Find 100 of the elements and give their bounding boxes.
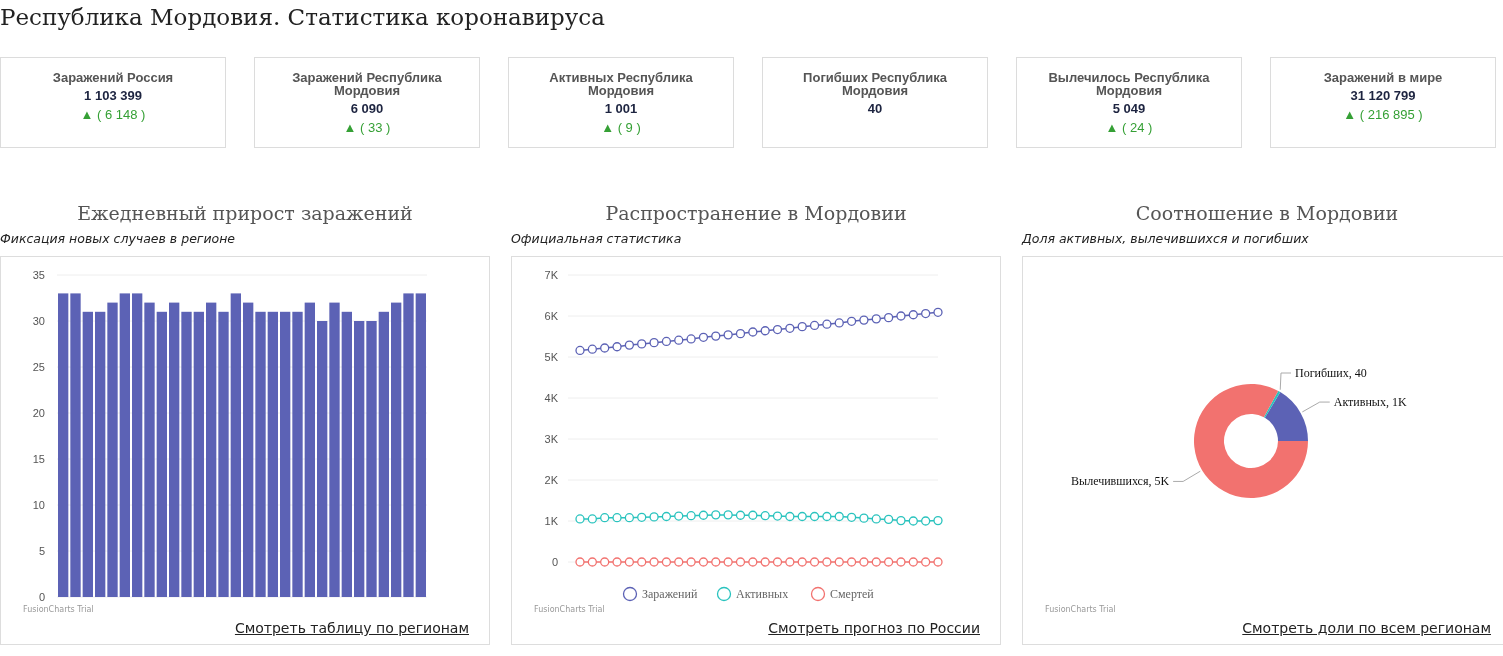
stat-delta: ▲ ( 33 ): [343, 120, 391, 135]
point: [797, 511, 807, 522]
chart-title: Распространение в Мордовии: [604, 201, 908, 225]
axis-tick-label: 30: [32, 315, 45, 327]
point: [785, 323, 795, 333]
legend-item[interactable]: Активных: [716, 586, 789, 602]
stat-delta: ▲ ( 9 ): [601, 120, 641, 135]
chart-title: Соотношение в Мордовии: [1134, 201, 1400, 225]
point: [809, 511, 820, 522]
stat-value: 31 120 799: [1350, 88, 1416, 103]
chart-subtitle: Официальная статистика: [511, 231, 683, 247]
point: [587, 344, 597, 354]
view-link[interactable]: Смотреть прогноз по России: [768, 620, 980, 636]
point: [698, 557, 709, 567]
point: [637, 512, 647, 522]
point: [933, 557, 943, 567]
point: [686, 511, 696, 521]
point: [871, 314, 881, 324]
point: [711, 510, 721, 520]
point: [822, 557, 832, 567]
data-label: Вылечившихся, 5K: [1071, 474, 1170, 489]
point: [809, 557, 820, 567]
point: [871, 514, 881, 524]
point: [797, 557, 807, 567]
axis-tick-label: 5: [38, 545, 45, 557]
axis-tick-label: 0: [38, 591, 45, 603]
axis-tick-label: 7K: [544, 269, 558, 281]
stat-value: 40: [867, 101, 883, 116]
point: [649, 338, 659, 348]
point: [661, 336, 672, 347]
point: [846, 512, 857, 522]
stat-value: 6 090: [350, 101, 384, 116]
page-title: Республика Мордовия. Статистика коронавируса: [0, 3, 606, 32]
axis-tick-label: 10: [32, 499, 45, 511]
point: [649, 512, 659, 522]
axis-tick-label: 5K: [544, 351, 558, 363]
point: [624, 557, 635, 567]
point: [674, 511, 684, 521]
point: [785, 511, 795, 522]
point: [686, 557, 696, 567]
point: [883, 312, 894, 323]
data-label: Активных, 1K: [1333, 395, 1407, 410]
point: [846, 557, 857, 567]
point: [612, 513, 622, 523]
point: [735, 328, 746, 339]
point: [921, 308, 931, 319]
point: [723, 330, 733, 340]
point: [723, 510, 733, 520]
point: [748, 557, 758, 567]
point: [908, 310, 918, 320]
stat-label: Заражений в мире: [1322, 71, 1444, 84]
legend-item[interactable]: Смертей: [810, 586, 874, 602]
axis-tick-label: 25: [32, 361, 45, 373]
point: [908, 557, 918, 567]
point: [822, 511, 832, 522]
point: [797, 322, 807, 332]
stat-delta: ▲ ( 24 ): [1105, 120, 1153, 135]
point: [600, 513, 610, 523]
point: [933, 515, 943, 526]
stat-delta: ▲ ( 216 895 ): [1343, 107, 1423, 122]
chart-credit: FusionCharts Trial: [534, 605, 605, 614]
point: [649, 557, 659, 567]
stat-value: 1 001: [604, 101, 638, 116]
point: [846, 316, 857, 326]
point: [575, 345, 585, 356]
chart-credit: FusionCharts Trial: [1045, 605, 1116, 614]
point: [772, 557, 783, 567]
point: [760, 557, 770, 567]
point: [711, 331, 721, 341]
point: [674, 557, 684, 567]
point: [883, 514, 894, 525]
point: [587, 514, 597, 524]
stat-label: Заражений Россия: [51, 71, 175, 84]
axis-tick-label: 3K: [544, 433, 558, 445]
point: [698, 332, 709, 342]
axis-tick-label: 4K: [544, 392, 558, 404]
point: [624, 513, 635, 523]
point: [760, 326, 770, 336]
point: [661, 557, 672, 567]
point: [871, 557, 881, 567]
point: [896, 557, 906, 567]
axis-tick-label: 2K: [544, 474, 558, 486]
point: [674, 335, 684, 345]
stat-delta: ▲ ( 6 148 ): [80, 107, 146, 122]
point: [723, 557, 733, 567]
point: [883, 557, 894, 567]
view-link[interactable]: Смотреть доли по всем регионам: [1242, 620, 1491, 636]
point: [921, 557, 931, 567]
data-label: Погибших, 40: [1295, 366, 1367, 380]
point: [575, 514, 585, 524]
point: [624, 340, 635, 350]
point: [748, 327, 758, 337]
point: [834, 511, 844, 522]
view-link[interactable]: Смотреть таблицу по регионам: [234, 620, 469, 636]
leader-line: [1301, 401, 1331, 413]
legend-item[interactable]: Заражений: [622, 586, 698, 602]
point: [661, 511, 672, 522]
stat-label: Заражений Республика Мордовия: [291, 71, 443, 97]
point: [600, 343, 610, 353]
leader-line: [1172, 470, 1201, 482]
